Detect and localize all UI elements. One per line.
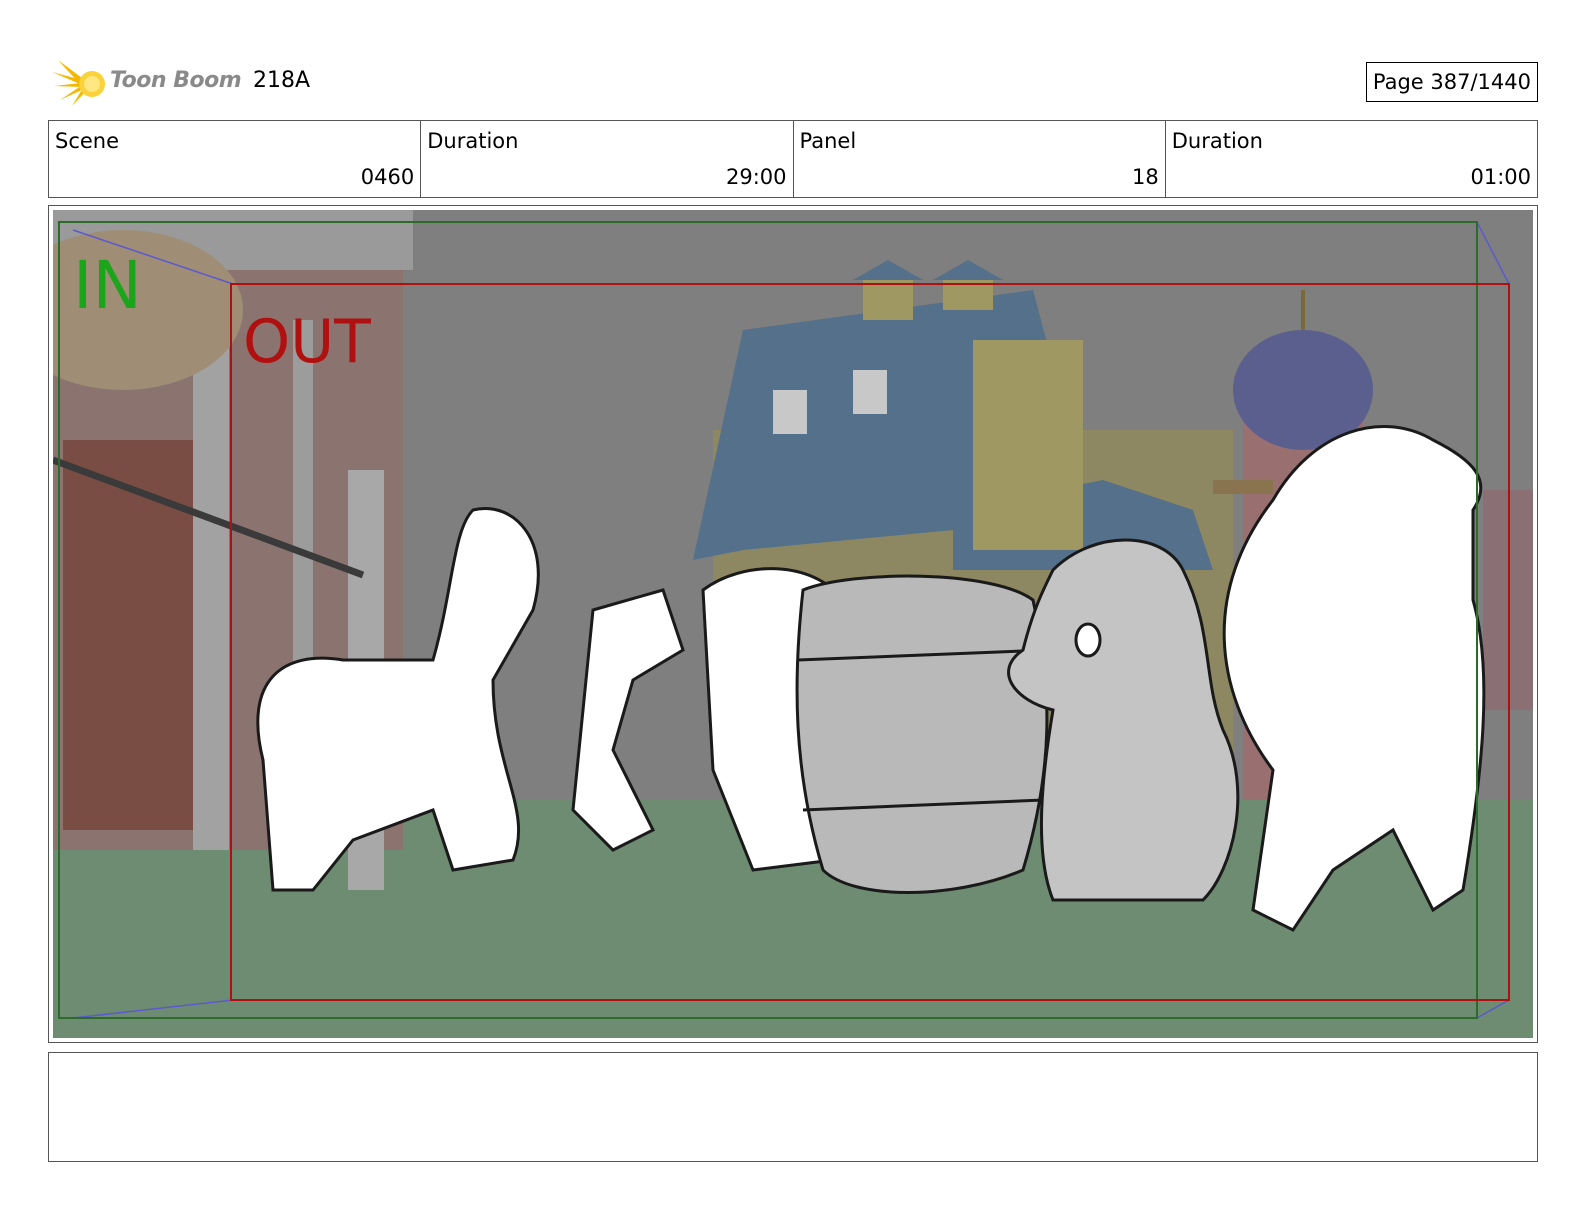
panel-value: 18: [1132, 165, 1159, 189]
in-label: IN: [73, 247, 142, 324]
panel-label: Panel: [799, 129, 857, 153]
storyboard-drawing: IN OUT: [53, 210, 1533, 1038]
scene-value: 0460: [360, 165, 415, 189]
storyboard-frame: IN OUT: [48, 205, 1538, 1043]
page-label: Page: [1372, 70, 1424, 94]
scene-duration-value: 29:00: [725, 165, 787, 189]
scene-duration-cell: Duration 29:00: [421, 121, 794, 197]
scene-duration-label: Duration: [427, 129, 519, 153]
page-counter: Page 387/1440: [1365, 62, 1538, 102]
episode-number: 218A: [253, 68, 311, 93]
notes-box: [48, 1052, 1538, 1162]
logo-text: Toon Boom: [110, 68, 242, 93]
panel-cell: Panel 18: [794, 121, 1166, 197]
sun-burst-icon: [52, 60, 105, 106]
panel-info-table: Scene 0460 Duration 29:00 Panel 18 Durat…: [48, 120, 1538, 198]
scene-label: Scene: [55, 129, 120, 153]
page-value: 387/1440: [1430, 70, 1531, 94]
barrel-sketch: [795, 574, 1049, 894]
panel-duration-cell: Duration 01:00: [1166, 121, 1537, 197]
out-label: OUT: [243, 307, 371, 377]
toon-boom-logo: Toon Boom: [52, 56, 242, 108]
scene-cell: Scene 0460: [49, 121, 422, 197]
panel-duration-label: Duration: [1171, 129, 1263, 153]
panel-duration-value: 01:00: [1470, 165, 1531, 189]
page-header: Toon Boom 218A Page 387/1440: [48, 52, 1538, 112]
